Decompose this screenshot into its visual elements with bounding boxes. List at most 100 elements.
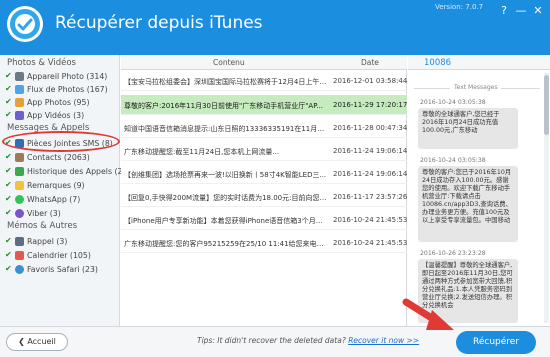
check-icon[interactable]: ✔: [5, 181, 13, 189]
message-date: 2016-11-24 19:06:14: [333, 170, 408, 178]
window-title: Récupérer depuis iTunes: [55, 13, 263, 33]
message-preview: 【创维集团】选场抢票再来一波!以旧换新丨58寸4K智能LED三...: [124, 171, 327, 179]
column-header-content[interactable]: Contenu: [213, 58, 245, 67]
message-preview: 知道中国语音信箱消息提示:山东日照的13336335191在11月28...: [124, 125, 328, 133]
category-sidebar: Photos & Vidéos ✔ Appareil Photo (314) ✔…: [0, 55, 130, 326]
sidebar-item-whatsapp[interactable]: ✔ WhatsApp (7): [5, 193, 80, 205]
sidebar-item-app-videos[interactable]: ✔ App Vidéos (3): [5, 109, 84, 121]
footer-bar: ❮ Accueil Tips: It didn't recover the de…: [0, 326, 550, 357]
sidebar-item-calendar[interactable]: ✔ Calendrier (105): [5, 249, 91, 261]
safari-icon: [15, 264, 24, 274]
text-messages-label: Text Messages: [450, 84, 502, 91]
sidebar-item-label: Favoris Safari (23): [27, 264, 98, 274]
list-header: Contenu Date: [121, 55, 407, 70]
message-bubble: 尊敬的客户:您已于2016年10月24日成功存入100.00元。感谢您的使用。欢…: [418, 166, 518, 242]
minimize-icon[interactable]: —: [513, 4, 529, 18]
highlight-circle: [2, 131, 120, 152]
sidebar-item-app-photos[interactable]: ✔ App Photos (95): [5, 96, 90, 108]
check-icon[interactable]: ✔: [5, 251, 13, 259]
red-arrow-icon: [402, 298, 454, 330]
list-item[interactable]: 【回复0,手快得200M流量】您的实时话费为18.00元:目前向您推... 20…: [121, 187, 407, 207]
recover-now-link[interactable]: Recover it now >>: [348, 336, 419, 345]
sidebar-item-photostream[interactable]: ✔ Flux de Photos (167): [5, 83, 108, 95]
close-icon[interactable]: ✕: [530, 4, 546, 18]
sidebar-item-notes[interactable]: ✔ Remarques (9): [5, 179, 85, 191]
sidebar-item-label: Rappel (3): [27, 236, 68, 246]
whatsapp-icon: [15, 194, 24, 204]
tips-text: Tips: It didn't recover the deleted data…: [197, 336, 419, 345]
scrollbar-thumb[interactable]: [544, 75, 549, 135]
message-timestamp: 2016-10-24 03:05:38: [420, 157, 486, 164]
sidebar-item-contacts[interactable]: ✔ Contacts (2063): [5, 151, 90, 163]
message-date: 2016-10-24 21:45:53: [333, 216, 408, 224]
message-preview: 【宝安马拉松组委会】深圳国宝国际马拉松赛将于12月4日上午7:...: [124, 78, 328, 86]
message-date: 2016-11-17 23:57:26: [333, 193, 408, 201]
message-timestamp: 2016-10-26 23:23:28: [420, 250, 486, 257]
list-item[interactable]: 【iPhone用户专享新功能】本着您获得iPhone语音信箱3个月免费... 2…: [121, 210, 407, 230]
sidebar-item-label: Remarques (9): [27, 180, 85, 190]
sidebar-item-label: App Vidéos (3): [27, 110, 85, 120]
tips-prefix: Tips: It didn't recover the deleted data…: [197, 336, 346, 345]
scrollbar[interactable]: [544, 73, 549, 323]
list-item[interactable]: 广东移动提醒您:您的客户95215259在25/10 11:41给您来电话...…: [121, 233, 407, 253]
notes-icon: [15, 180, 24, 190]
message-preview: 【回复0,手快得200M流量】您的实时话费为18.00元:目前向您推...: [124, 194, 328, 202]
list-item[interactable]: 【创维集团】选场抢票再来一波!以旧换新丨58寸4K智能LED三... 2016-…: [121, 164, 407, 184]
video-icon: [15, 110, 24, 120]
sidebar-item-camera[interactable]: ✔ Appareil Photo (314): [5, 70, 107, 82]
title-bar: Récupérer depuis iTunes Version: 7.0.7 ?…: [0, 0, 550, 55]
photos-section-heading: Photos & Vidéos: [7, 58, 76, 68]
list-item-selected[interactable]: 尊敬的客户:2016年11月30日前使用"广东移动手机营业厅"AP... 201…: [121, 95, 407, 115]
contacts-icon: [15, 152, 24, 162]
detail-header: 10086: [408, 55, 550, 70]
message-date: 2016-11-29 17:20:17: [333, 101, 408, 109]
list-item[interactable]: 【宝安马拉松组委会】深圳国宝国际马拉松赛将于12月4日上午7:... 2016-…: [121, 71, 407, 91]
sidebar-item-reminders[interactable]: ✔ Rappel (3): [5, 235, 67, 247]
cloud-icon: [15, 84, 24, 94]
sidebar-item-label: WhatsApp (7): [27, 194, 81, 204]
phone-icon: [15, 166, 24, 176]
sidebar-item-label: Contacts (2063): [27, 152, 90, 162]
sidebar-item-call-history[interactable]: ✔ Historique des Appels (20): [5, 165, 130, 177]
sidebar-item-label: Historique des Appels (20): [27, 166, 131, 176]
message-preview: 广东移动提醒您:截至11月24日,您本机上网流量...: [124, 148, 280, 156]
message-date: 2016-10-24 21:45:53: [333, 239, 408, 247]
message-preview: 广东移动提醒您:您的客户95215259在25/10 11:41给您来电话...: [124, 240, 328, 248]
check-icon[interactable]: ✔: [5, 167, 13, 175]
viber-icon: [15, 208, 24, 218]
memos-section-heading: Mémos & Autres: [7, 221, 78, 231]
recover-button[interactable]: Récupérer: [456, 331, 536, 354]
sidebar-item-viber[interactable]: ✔ Viber (3): [5, 207, 61, 219]
check-icon[interactable]: ✔: [5, 85, 13, 93]
message-preview: 【iPhone用户专享新功能】本着您获得iPhone语音信箱3个月免费...: [124, 217, 328, 225]
help-icon[interactable]: ?: [496, 4, 512, 18]
message-bubble: 尊敬的全球通客户,您已经于2016年10月24日成功充值100.00元,广东移动: [418, 108, 518, 149]
check-icon[interactable]: ✔: [5, 111, 13, 119]
list-item[interactable]: 知道中国语音信箱消息提示:山东日照的13336335191在11月28... 2…: [121, 118, 407, 138]
sidebar-item-safari-favorites[interactable]: ✔ Favoris Safari (23): [5, 263, 98, 275]
message-date: 2016-11-24 19:06:14: [333, 147, 408, 155]
sidebar-item-label: App Photos (95): [27, 97, 90, 107]
check-icon[interactable]: ✔: [5, 153, 13, 161]
version-label: Version: 7.0.7: [435, 3, 484, 11]
column-header-date[interactable]: Date: [361, 58, 379, 67]
sidebar-item-label: Appareil Photo (314): [27, 71, 108, 81]
check-icon[interactable]: ✔: [5, 195, 13, 203]
bell-icon: [15, 236, 24, 246]
message-date: 2016-11-28 00:47:34: [333, 124, 408, 132]
message-preview: 尊敬的客户:2016年11月30日前使用"广东移动手机营业厅"AP...: [124, 102, 324, 110]
calendar-icon: [15, 250, 24, 260]
message-date: 2016-12-01 03:58:44: [333, 77, 408, 85]
home-button-label: Accueil: [27, 337, 56, 346]
list-item[interactable]: 广东移动提醒您:截至11月24日,您本机上网流量... 2016-11-24 1…: [121, 141, 407, 161]
check-icon[interactable]: ✔: [5, 265, 13, 273]
check-icon[interactable]: ✔: [5, 72, 13, 80]
check-icon[interactable]: ✔: [5, 98, 13, 106]
camera-icon: [15, 71, 24, 81]
check-icon[interactable]: ✔: [5, 237, 13, 245]
check-icon[interactable]: ✔: [5, 209, 13, 217]
home-button[interactable]: ❮ Accueil: [6, 333, 68, 351]
photos-icon: [15, 97, 24, 107]
app-logo: [7, 6, 43, 42]
sidebar-item-label: Viber (3): [27, 208, 61, 218]
